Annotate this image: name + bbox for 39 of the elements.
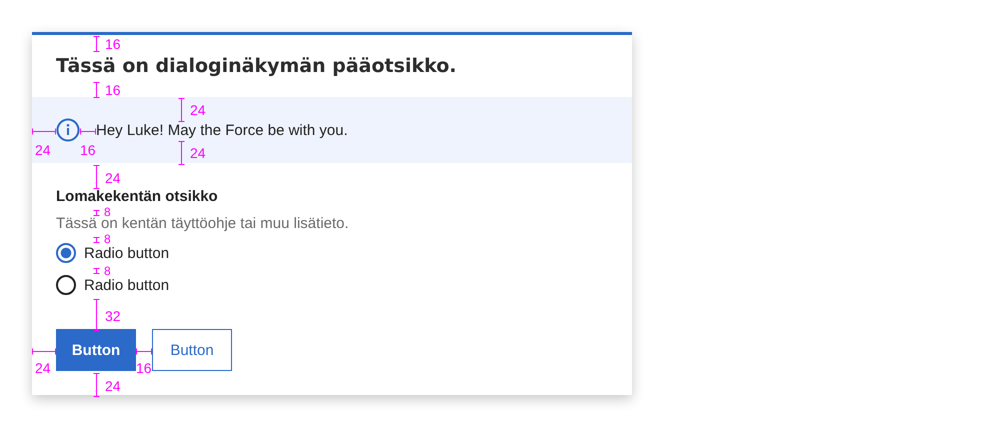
spacing-value: 16 [105,82,121,98]
notice-text: Hey Luke! May the Force be with you. [96,122,348,138]
spacing-marker [32,348,56,355]
spacing-value: 24 [190,102,206,118]
action-button[interactable]: Button [56,329,136,371]
spacing-marker [93,36,100,52]
spacing-marker [93,210,100,216]
spacing-marker [93,237,100,243]
field-label: Lomakekentän otsikko [56,187,219,207]
spacing-value: 24 [35,360,51,376]
spacing-value: 8 [104,266,111,277]
spacing-marker [93,373,100,397]
spacing-marker [93,299,100,331]
spacing-value: 24 [105,378,121,394]
spacing-value: 8 [104,207,111,218]
spacing-marker [93,82,100,98]
spacing-value: 16 [80,142,96,158]
radio-button[interactable] [56,275,76,295]
spacing-marker [178,98,185,122]
spacing-value: 24 [190,145,206,161]
radio-button[interactable] [56,243,76,263]
spacing-value: 16 [136,360,152,376]
spacing-value: 16 [105,36,121,52]
field-hint: Tässä on kentän täyttöohje tai muu lisätieto. [56,215,350,233]
spacing-marker [136,348,152,355]
spacing-marker [93,165,100,189]
radio-label[interactable]: Radio button [84,276,170,294]
action-button[interactable]: Button [152,329,232,371]
spacing-value: 24 [105,170,121,186]
info-icon [56,118,80,142]
spacing-marker [93,268,100,274]
spacing-marker [32,128,56,135]
spacing-marker [178,141,185,165]
spacing-value: 32 [105,308,121,324]
dialog-title: Tässä on dialoginäkymän pääotsikko. [56,55,456,77]
radio-label[interactable]: Radio button [84,244,170,262]
spacing-value: 24 [35,142,51,158]
spacing-value: 8 [104,234,111,245]
spacing-marker [80,128,96,135]
